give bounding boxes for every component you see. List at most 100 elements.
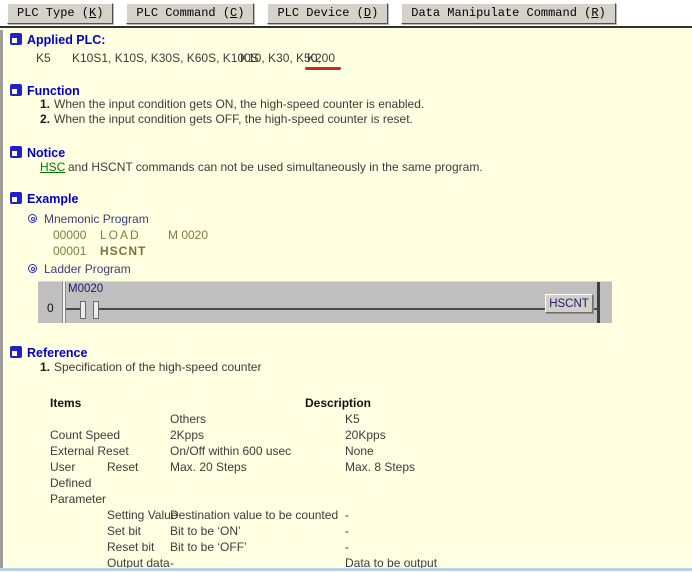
button-label: PLC Type ( (17, 6, 89, 20)
plc-group-s-series: K10S1, K10S, K30S, K60S, K100S (72, 51, 259, 65)
wire-segment (66, 308, 81, 310)
table-row: External Reset On/Off within 600 usec No… (0, 444, 692, 460)
ladder-program-label: Ladder Program (0, 262, 692, 277)
output-instruction-box: HSCNT (545, 294, 593, 313)
section-title: Notice (27, 146, 65, 160)
contact-label: M0020 (68, 283, 103, 295)
item-text: When the input condition gets ON, the hi… (54, 97, 424, 111)
cell: Reset bit (107, 540, 154, 554)
item-text: When the input condition gets OFF, the h… (54, 112, 413, 126)
description-header: Description (305, 396, 371, 410)
table-row: User Reset Max. 20 Steps Max. 8 Steps (0, 460, 692, 476)
section-notice: Notice (0, 146, 692, 161)
right-power-rail (597, 282, 600, 323)
button-label: Data Manipulate Command ( (411, 6, 591, 20)
ladder-diagram: 0 M0020 HSCNT (38, 281, 612, 323)
blue-square-bullet-icon (10, 346, 22, 358)
cell: Defined (50, 476, 91, 490)
cell: On/Off within 600 usec (170, 444, 291, 458)
table-row: Parameter (0, 492, 692, 508)
table-row: Count Speed 2Kpps 20Kpps (0, 428, 692, 444)
cell: Bit to be ‘ON’ (170, 524, 241, 538)
operand: M 0020 (168, 228, 208, 242)
applied-plc-list: K5 K10S1, K10S, K30S, K60S, K100S K10, K… (0, 51, 692, 66)
cell: None (345, 444, 374, 458)
mnemonic-line: 00001 HSCNT (0, 244, 692, 259)
table-row: Set bit Bit to be ‘ON’ - (0, 524, 692, 540)
cell: External Reset (50, 444, 129, 458)
item-text: Specification of the high-speed counter (54, 360, 261, 374)
cell: 2Kpps (170, 428, 204, 442)
cell: Others (170, 412, 206, 426)
cell: Max. 20 Steps (170, 460, 247, 474)
section-title: Reference (27, 346, 87, 360)
double-circle-icon (28, 264, 37, 273)
cell: Count Speed (50, 428, 120, 442)
double-circle-icon (28, 214, 37, 223)
help-content: Applied PLC: K5 K10S1, K10S, K30S, K60S,… (0, 30, 692, 571)
section-reference: Reference (0, 346, 692, 361)
cell: - (345, 540, 349, 554)
cell: User (50, 460, 75, 474)
cell: Bit to be ‘OFF’ (170, 540, 247, 554)
blue-square-bullet-icon (10, 192, 22, 204)
cell: Setting Value (107, 508, 178, 522)
table-row: Setting Value Destination value to be co… (0, 508, 692, 524)
plc-command-button[interactable]: PLC Command (C) (126, 3, 254, 24)
notice-text: and HSCNT commands can not be used simul… (68, 160, 483, 174)
item-number: 2. (40, 112, 50, 126)
function-item: 2. When the input condition gets OFF, th… (0, 112, 692, 127)
mnemonic-line: 00000 LOAD M 0020 (0, 228, 692, 243)
cell: Max. 8 Steps (345, 460, 415, 474)
sub-section-label: Mnemonic Program (44, 212, 149, 226)
cell: - (345, 524, 349, 538)
table-row: Others K5 (0, 412, 692, 428)
cell: K5 (345, 412, 360, 426)
section-title: Function (27, 84, 80, 98)
plc-k200-highlighted: K200 (307, 51, 335, 65)
cell: - (345, 508, 349, 522)
button-label: ) (237, 6, 244, 20)
mnemonic-program-label: Mnemonic Program (0, 212, 692, 227)
wire-segment (99, 308, 597, 310)
data-manipulate-command-button[interactable]: Data Manipulate Command (R) (401, 3, 615, 24)
items-header: Items (50, 396, 81, 410)
spec-table-header: Items Description (0, 396, 692, 412)
toolbar: PLC Type (K) PLC Command (C) PLC Device … (0, 0, 692, 28)
sub-section-label: Ladder Program (44, 262, 131, 276)
plc-help-page: { "toolbar": { "buttons": [ {"pre": "PLC… (0, 0, 692, 571)
plc-group-k5: K5 (36, 51, 51, 65)
mnemonic-key: D (364, 6, 371, 20)
button-label: ) (599, 6, 606, 20)
cell: 20Kpps (345, 428, 386, 442)
section-example: Example (0, 192, 692, 207)
mnemonic-key: K (89, 6, 96, 20)
left-power-rail (62, 282, 66, 323)
hsc-link[interactable]: HSC (40, 160, 65, 174)
cell: Parameter (50, 492, 106, 506)
step-address: 00001 (53, 244, 86, 258)
button-label: ) (96, 6, 103, 20)
mnemonic-key: R (591, 6, 598, 20)
table-row: Reset bit Bit to be ‘OFF’ - (0, 540, 692, 556)
instruction: LOAD (100, 228, 141, 242)
notice-text-line: HSC and HSCNT commands can not be used s… (0, 160, 692, 175)
step-address: 00000 (53, 228, 86, 242)
section-title: Applied PLC: (27, 33, 105, 47)
rung-number: 0 (47, 301, 54, 315)
cell: Reset (107, 460, 138, 474)
cell: Set bit (107, 524, 141, 538)
blue-square-bullet-icon (10, 33, 22, 45)
blue-square-bullet-icon (10, 84, 22, 96)
item-number: 1. (40, 97, 50, 111)
instruction: HSCNT (100, 244, 146, 258)
table-row: Defined (0, 476, 692, 492)
button-label: ) (371, 6, 378, 20)
blue-square-bullet-icon (10, 146, 22, 158)
function-item: 1. When the input condition gets ON, the… (0, 97, 692, 112)
plc-type-button[interactable]: PLC Type (K) (7, 3, 113, 24)
plc-device-button[interactable]: PLC Device (D) (267, 3, 388, 24)
mnemonic-key: C (230, 6, 237, 20)
item-number: 1. (40, 360, 50, 374)
button-label: PLC Command ( (136, 6, 230, 20)
